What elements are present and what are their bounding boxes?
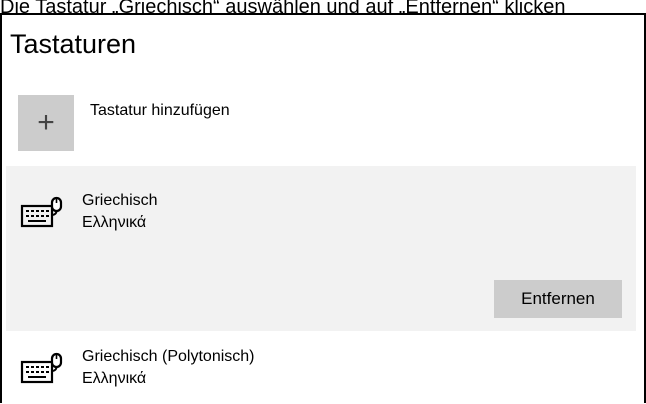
add-keyboard-button[interactable]: + Tastatur hinzufügen	[18, 95, 438, 153]
keyboard-native-name: Ελληνικά	[82, 370, 147, 387]
keyboard-native-name: Ελληνικά	[82, 214, 147, 231]
plus-icon: +	[37, 106, 55, 139]
keyboard-icon	[20, 352, 63, 384]
keyboard-icon	[20, 196, 63, 228]
keyboard-list-item-selected[interactable]: Griechisch Ελληνικά Entfernen	[6, 166, 636, 331]
add-keyboard-tile[interactable]: +	[18, 95, 74, 151]
remove-button[interactable]: Entfernen	[494, 280, 622, 318]
page-title: Tastaturen	[10, 29, 137, 59]
keyboard-item-greek-polytonic[interactable]: Griechisch (Polytonisch) Ελληνικά	[6, 344, 636, 404]
keyboard-name: Griechisch	[82, 192, 158, 209]
settings-panel: Tastaturen + Tastatur hinzufügen Griechi…	[0, 13, 646, 403]
keyboard-item-greek[interactable]: Griechisch Ελληνικά	[6, 188, 636, 248]
keyboard-name: Griechisch (Polytonisch)	[82, 348, 255, 365]
add-keyboard-label: Tastatur hinzufügen	[90, 102, 230, 119]
